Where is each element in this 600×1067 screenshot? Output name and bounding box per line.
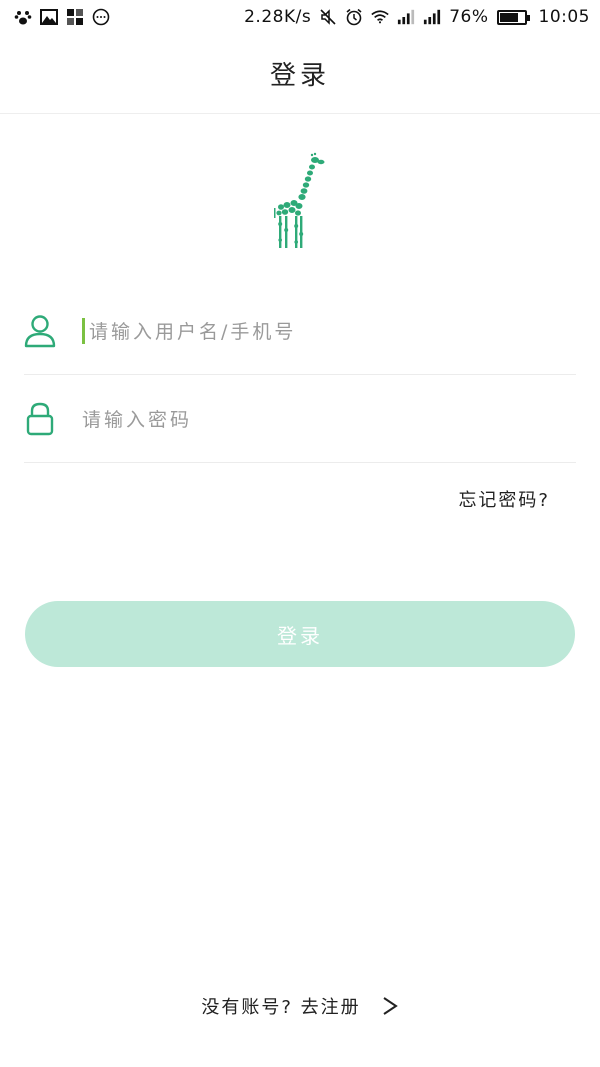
- giraffe-logo: [268, 150, 332, 252]
- grid-icon: [66, 8, 84, 26]
- chevron-right-icon: [381, 995, 399, 1017]
- username-field[interactable]: 请输入用户名/手机号: [24, 287, 576, 375]
- register-link[interactable]: 没有账号? 去注册: [0, 990, 600, 1022]
- image-icon: [40, 8, 58, 26]
- login-button[interactable]: 登录: [25, 601, 575, 667]
- battery-icon: [496, 9, 530, 25]
- mute-icon: [319, 8, 337, 26]
- page-title: 登录: [269, 61, 330, 91]
- status-right: 2.28K/s 76% 10:05: [244, 7, 590, 27]
- status-left-icons: [14, 8, 110, 26]
- chat-icon: [92, 8, 110, 26]
- forgot-password-link[interactable]: 忘记密码?: [458, 486, 550, 512]
- text-caret: [82, 317, 85, 344]
- paw-icon: [14, 8, 32, 26]
- status-bar: 2.28K/s 76% 10:05: [0, 0, 600, 34]
- signal-icon-2: [423, 8, 441, 26]
- clock: 10:05: [538, 7, 590, 27]
- nav-header: 登录: [0, 34, 600, 114]
- signal-icon: [397, 8, 415, 26]
- password-placeholder: 请输入密码: [82, 409, 193, 431]
- username-input[interactable]: 请输入用户名/手机号: [82, 316, 296, 346]
- wifi-icon: [371, 8, 389, 26]
- alarm-icon: [345, 8, 363, 26]
- net-speed: 2.28K/s: [244, 7, 312, 27]
- password-field[interactable]: 请输入密码: [24, 375, 576, 463]
- battery-percent: 76%: [449, 7, 489, 27]
- password-input[interactable]: 请输入密码: [82, 404, 192, 434]
- lock-icon: [24, 401, 56, 437]
- login-button-label: 登录: [277, 623, 323, 648]
- username-placeholder: 请输入用户名/手机号: [89, 321, 297, 343]
- register-label: 没有账号? 去注册: [201, 997, 361, 1018]
- user-icon: [24, 313, 56, 349]
